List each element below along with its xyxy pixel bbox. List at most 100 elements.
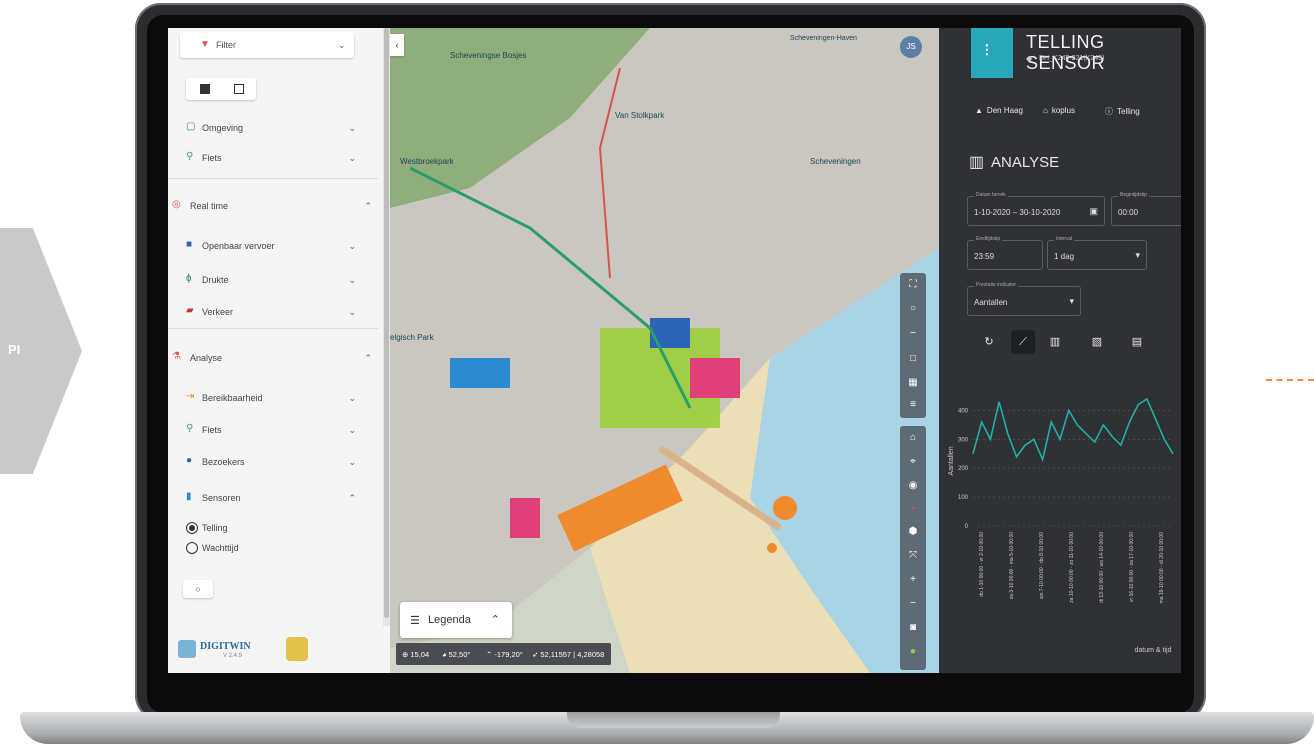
layer-fiets[interactable]: ⚲ Fiets ⌄: [186, 150, 368, 166]
filter-dropdown[interactable]: ▼ Filter ⌄: [180, 32, 354, 58]
flask-icon: ⚗: [172, 351, 181, 362]
image-button[interactable]: ▧: [1085, 330, 1109, 354]
sensor-icon: ▮: [186, 491, 192, 502]
start-time-field[interactable]: Begintijdstip 00:00: [1111, 192, 1181, 226]
map-label-westbroek: Westbroekpark: [400, 157, 455, 166]
traffic-light-icon: ⁝: [971, 28, 1013, 78]
zoom-readout: ⊕ 15,04: [402, 650, 430, 659]
bar-chart-icon: ▥: [1049, 336, 1061, 348]
layers-panel: ▼ Filter ⌄ ▢ Omgeving ⌄ ⚲ Fiets ⌄ ◎ Real…: [168, 28, 391, 673]
map-toolbar-top: ⛶ ○ − □ ▦ ≡: [900, 273, 926, 418]
pitch-value: 52,50°: [448, 650, 471, 659]
refresh-icon: ↻: [984, 336, 994, 348]
end-time-value: 23:59: [974, 252, 995, 261]
y-tick-label: 0: [965, 524, 969, 530]
layer-bezoekers[interactable]: ● Bezoekers ⌄: [186, 454, 368, 470]
calendar-icon[interactable]: ▣: [1089, 206, 1098, 217]
section-realtime-label: Real time: [190, 201, 229, 211]
pitch-readout: ◕ 52,50°: [442, 650, 471, 659]
legend-label: Legenda: [428, 614, 471, 626]
y-tick-label: 100: [958, 495, 969, 501]
layer-omgeving-label: Omgeving: [202, 123, 244, 133]
x-axis-label: datum & tijd: [1135, 647, 1172, 654]
layer-verkeer-label: Verkeer: [202, 307, 234, 317]
layer-drukte[interactable]: ɸ Drukte ⌄: [186, 272, 368, 288]
chip-telling[interactable]: ⓘ Telling: [1105, 106, 1140, 122]
start-time-value: 00:00: [1118, 208, 1139, 217]
expand-icon[interactable]: ⤧: [900, 550, 926, 561]
bearing-value: -179,20°: [494, 650, 523, 659]
select-all-checkbox[interactable]: [200, 84, 210, 94]
radio-telling-control[interactable]: [186, 522, 198, 534]
deselect-button[interactable]: ○: [183, 580, 213, 598]
bar-chart-button[interactable]: ▥: [1043, 330, 1067, 354]
layer-verkeer[interactable]: ▰ Verkeer ⌄: [186, 304, 368, 320]
collapse-panel-button[interactable]: ‹: [390, 34, 404, 56]
analyse-title: ANALYSE: [991, 154, 1060, 171]
sun-icon[interactable]: ◓: [900, 504, 926, 515]
square-icon: ▢: [186, 121, 196, 132]
fullscreen-icon[interactable]: ⛶: [900, 279, 926, 290]
zoom-value: 15,04: [410, 650, 430, 659]
list-icon: ☰: [410, 615, 420, 627]
bike-icon: ⚲: [186, 423, 194, 434]
circle-icon[interactable]: ○: [900, 303, 926, 314]
interval-label: Interval: [1054, 236, 1075, 242]
x-tick-label: vr 16-10 00:00 - za 17-10 00:00: [1129, 532, 1135, 602]
interval-value: 1 dag: [1054, 252, 1075, 261]
layer-sensoren[interactable]: ▮ Sensoren ⌃: [186, 490, 368, 506]
x-tick-label: za 3-10 00:00 - ma 5-10 00:00: [1009, 532, 1015, 599]
latlon-value: 52,11557 | 4,28058: [540, 650, 605, 659]
map-canvas[interactable]: Scheveningse Bosjes Van Stolkpark Westbr…: [390, 28, 939, 673]
location-icon[interactable]: ⌖: [900, 456, 926, 467]
grid-icon[interactable]: ▦: [900, 377, 926, 388]
zoom-in-icon[interactable]: +: [900, 574, 926, 585]
cube-icon[interactable]: ⬢: [900, 526, 926, 537]
status-dot-icon: ●: [909, 646, 917, 657]
process-arrow-label: PI: [8, 342, 21, 357]
radio-wachttijd-label: Wachttijd: [202, 543, 239, 553]
tag-icon: ◆: [1026, 54, 1033, 63]
layer-openbaar-vervoer[interactable]: ■ Openbaar vervoer ⌄: [186, 238, 368, 254]
x-tick-label: do 1-10 00:00 - vr 2-10 00:00: [979, 532, 985, 597]
user-avatar[interactable]: JS: [900, 36, 922, 58]
date-range-label: Datum bereik: [974, 192, 1008, 198]
app-screen: ▼ Filter ⌄ ▢ Omgeving ⌄ ⚲ Fiets ⌄ ◎ Real…: [168, 28, 1181, 673]
chip-telling-label: Telling: [1117, 107, 1140, 116]
section-realtime[interactable]: ◎ Real time ⌃: [168, 198, 378, 214]
map-view[interactable]: Scheveningse Bosjes Van Stolkpark Westbr…: [390, 28, 939, 673]
map-label-bosjes: Scheveningse Bosjes: [450, 51, 527, 60]
interval-select[interactable]: Interval 1 dag ▾: [1047, 236, 1147, 270]
end-time-field[interactable]: Eindtijdstip 23:59: [967, 236, 1043, 270]
deselect-all-checkbox[interactable]: [234, 84, 244, 94]
radio-wachttijd-control[interactable]: [186, 542, 198, 554]
layer-bereikbaarheid[interactable]: ⇥ Bereikbaarheid ⌄: [186, 390, 368, 406]
laptop-notch: [567, 712, 780, 728]
square-tool-icon[interactable]: □: [900, 353, 926, 364]
refresh-button[interactable]: ↻: [977, 330, 1001, 354]
minus-icon[interactable]: −: [900, 328, 926, 339]
layers-tool-icon[interactable]: ≡: [900, 399, 926, 410]
target-icon[interactable]: ◉: [900, 480, 926, 491]
chip-den-haag[interactable]: ▲ Den Haag: [975, 106, 1023, 122]
layer-fiets-analyse[interactable]: ⚲ Fiets ⌄: [186, 422, 368, 438]
dashed-connector: [1266, 379, 1314, 381]
home-icon[interactable]: ⌂: [900, 432, 926, 443]
clipboard-button[interactable]: ▤: [1125, 330, 1149, 354]
layer-omgeving[interactable]: ▢ Omgeving ⌄: [186, 120, 368, 136]
indicator-select[interactable]: Prestatie indicator Aantallen ▾: [967, 282, 1081, 316]
chevron-up-icon: ⌃: [490, 614, 500, 626]
camera-icon[interactable]: ◙: [900, 622, 926, 633]
legend-button[interactable]: ☰ Legenda ⌃: [400, 602, 512, 638]
chevron-up-icon: ⌃: [348, 493, 356, 503]
layer-fiets-label: Fiets: [202, 153, 222, 163]
chip-koplus[interactable]: ⌂ koplus: [1043, 106, 1075, 122]
date-range-field[interactable]: Datum bereik 1-10-2020 – 30-10-2020 ▣: [967, 192, 1105, 226]
info-icon: ⓘ: [1105, 107, 1113, 116]
scrollbar-thumb[interactable]: [384, 28, 389, 618]
date-range-value: 1-10-2020 – 30-10-2020: [974, 208, 1061, 217]
panel-scrollbar[interactable]: [383, 28, 390, 626]
line-chart-button[interactable]: ⟋: [1011, 330, 1035, 354]
section-analyse[interactable]: ⚗ Analyse ⌃: [168, 350, 378, 366]
zoom-out-icon[interactable]: −: [900, 598, 926, 609]
